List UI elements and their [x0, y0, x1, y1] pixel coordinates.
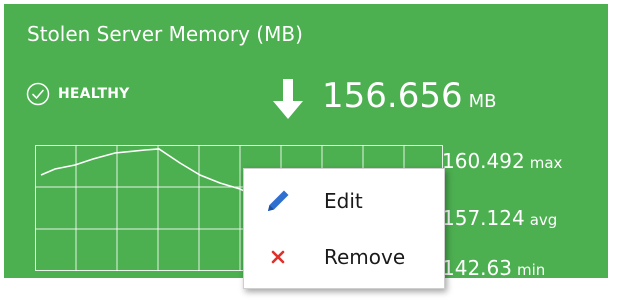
- current-value: 156.656 MB: [322, 76, 497, 116]
- edit-menu-label: Edit: [324, 189, 363, 213]
- stat-min-value: 142.63: [442, 256, 512, 280]
- stat-min: 142.63 min: [442, 256, 545, 280]
- sparkline-line: [40, 148, 254, 196]
- stat-max: 160.492 max: [442, 149, 562, 173]
- stat-min-label: min: [516, 261, 546, 279]
- arrow-down-icon: [268, 77, 308, 125]
- health-status-label: HEALTHY: [58, 86, 130, 102]
- pencil-icon: [264, 187, 292, 215]
- remove-menu-label: Remove: [324, 245, 406, 269]
- remove-menu-item[interactable]: Remove: [244, 231, 444, 283]
- x-icon: [264, 243, 292, 271]
- stat-avg-value: 157.124: [442, 206, 525, 230]
- widget-title: Stolen Server Memory (MB): [27, 22, 303, 46]
- context-menu: Edit Remove: [243, 168, 445, 289]
- health-status: HEALTHY: [26, 82, 130, 106]
- stat-avg-label: avg: [529, 211, 558, 229]
- check-circle-icon: [26, 82, 50, 106]
- stat-max-value: 160.492: [442, 149, 525, 173]
- current-value-number: 156.656: [322, 76, 463, 116]
- stat-avg: 157.124 avg: [442, 206, 557, 230]
- stat-max-label: max: [529, 154, 563, 172]
- current-value-unit: MB: [468, 91, 497, 112]
- edit-menu-item[interactable]: Edit: [244, 175, 444, 227]
